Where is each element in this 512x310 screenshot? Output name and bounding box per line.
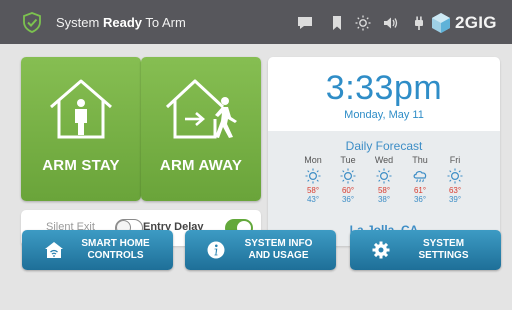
sun-icon bbox=[305, 168, 321, 184]
smart-home-controls-label: SMART HOME CONTROLS bbox=[64, 238, 167, 262]
label-line: CONTROLS bbox=[87, 250, 144, 261]
high-temp: 58° bbox=[306, 186, 320, 195]
house-walking-person-icon bbox=[165, 79, 237, 139]
arm-away-button[interactable]: ARM AWAY bbox=[141, 57, 261, 201]
sun-icon bbox=[376, 168, 392, 184]
label-line: SYSTEM INFO bbox=[244, 238, 313, 249]
day-name: Fri bbox=[449, 155, 461, 165]
system-info-label: SYSTEM INFO AND USAGE bbox=[227, 238, 330, 262]
status-prefix: System bbox=[56, 15, 100, 30]
status-ready: Ready bbox=[102, 15, 142, 30]
home-wifi-icon bbox=[45, 242, 63, 258]
forecast-day: Thu 61° 36° bbox=[404, 155, 436, 204]
arm-stay-label: ARM STAY bbox=[42, 157, 120, 174]
high-temp: 60° bbox=[341, 186, 355, 195]
power-plug-icon[interactable] bbox=[410, 15, 428, 31]
high-temp: 61° bbox=[413, 186, 427, 195]
brand-name: 2GIG bbox=[455, 13, 497, 32]
volume-icon[interactable] bbox=[382, 15, 400, 31]
status-suffix: To Arm bbox=[145, 15, 186, 30]
status-bar: System Ready To Arm 2GIG bbox=[0, 0, 512, 44]
system-status-text: System Ready To Arm bbox=[56, 15, 186, 30]
house-person-icon bbox=[50, 79, 112, 139]
day-name: Thu bbox=[412, 155, 428, 165]
label-line: SETTINGS bbox=[418, 250, 469, 261]
high-temp: 58° bbox=[377, 186, 391, 195]
system-settings-button[interactable]: SYSTEM SETTINGS bbox=[350, 230, 501, 270]
smart-home-controls-button[interactable]: SMART HOME CONTROLS bbox=[22, 230, 173, 270]
forecast-day: Fri 63° 39° bbox=[439, 155, 471, 204]
forecast-day: Wed 58° 38° bbox=[368, 155, 400, 204]
sun-icon bbox=[340, 168, 356, 184]
arm-stay-button[interactable]: ARM STAY bbox=[21, 57, 141, 201]
low-temp: 43° bbox=[306, 195, 320, 204]
message-icon[interactable] bbox=[296, 15, 314, 31]
label-line: SMART HOME bbox=[81, 238, 150, 249]
brightness-icon[interactable] bbox=[354, 15, 372, 31]
low-temp: 36° bbox=[413, 195, 427, 204]
forecast-title: Daily Forecast bbox=[345, 139, 423, 153]
system-info-button[interactable]: SYSTEM INFO AND USAGE bbox=[185, 230, 336, 270]
day-name: Mon bbox=[304, 155, 322, 165]
rain-cloud-icon bbox=[413, 170, 427, 183]
arm-away-label: ARM AWAY bbox=[159, 157, 243, 174]
current-time: 3:33pm bbox=[325, 69, 443, 107]
forecast-day: Mon 58° 43° bbox=[297, 155, 329, 204]
high-temp: 63° bbox=[448, 186, 462, 195]
clock-section: 3:33pm Monday, May 11 bbox=[268, 57, 500, 131]
cube-logo-icon bbox=[432, 13, 450, 33]
info-icon bbox=[207, 241, 225, 259]
low-temp: 38° bbox=[377, 195, 391, 204]
system-settings-label: SYSTEM SETTINGS bbox=[392, 238, 495, 262]
low-temp: 39° bbox=[448, 195, 462, 204]
label-line: SYSTEM bbox=[422, 238, 465, 249]
sun-icon bbox=[447, 168, 463, 184]
shield-check-icon bbox=[23, 12, 41, 33]
bookmark-icon[interactable] bbox=[328, 15, 346, 31]
day-name: Tue bbox=[340, 155, 356, 165]
forecast-day: Tue 60° 36° bbox=[332, 155, 364, 204]
clock-weather-panel[interactable]: 3:33pm Monday, May 11 Daily Forecast Mon… bbox=[268, 57, 500, 246]
current-date: Monday, May 11 bbox=[344, 109, 424, 121]
brand-logo: 2GIG bbox=[430, 10, 510, 36]
gear-icon bbox=[372, 241, 390, 259]
day-name: Wed bbox=[374, 155, 394, 165]
label-line: AND USAGE bbox=[248, 250, 309, 261]
low-temp: 36° bbox=[341, 195, 355, 204]
